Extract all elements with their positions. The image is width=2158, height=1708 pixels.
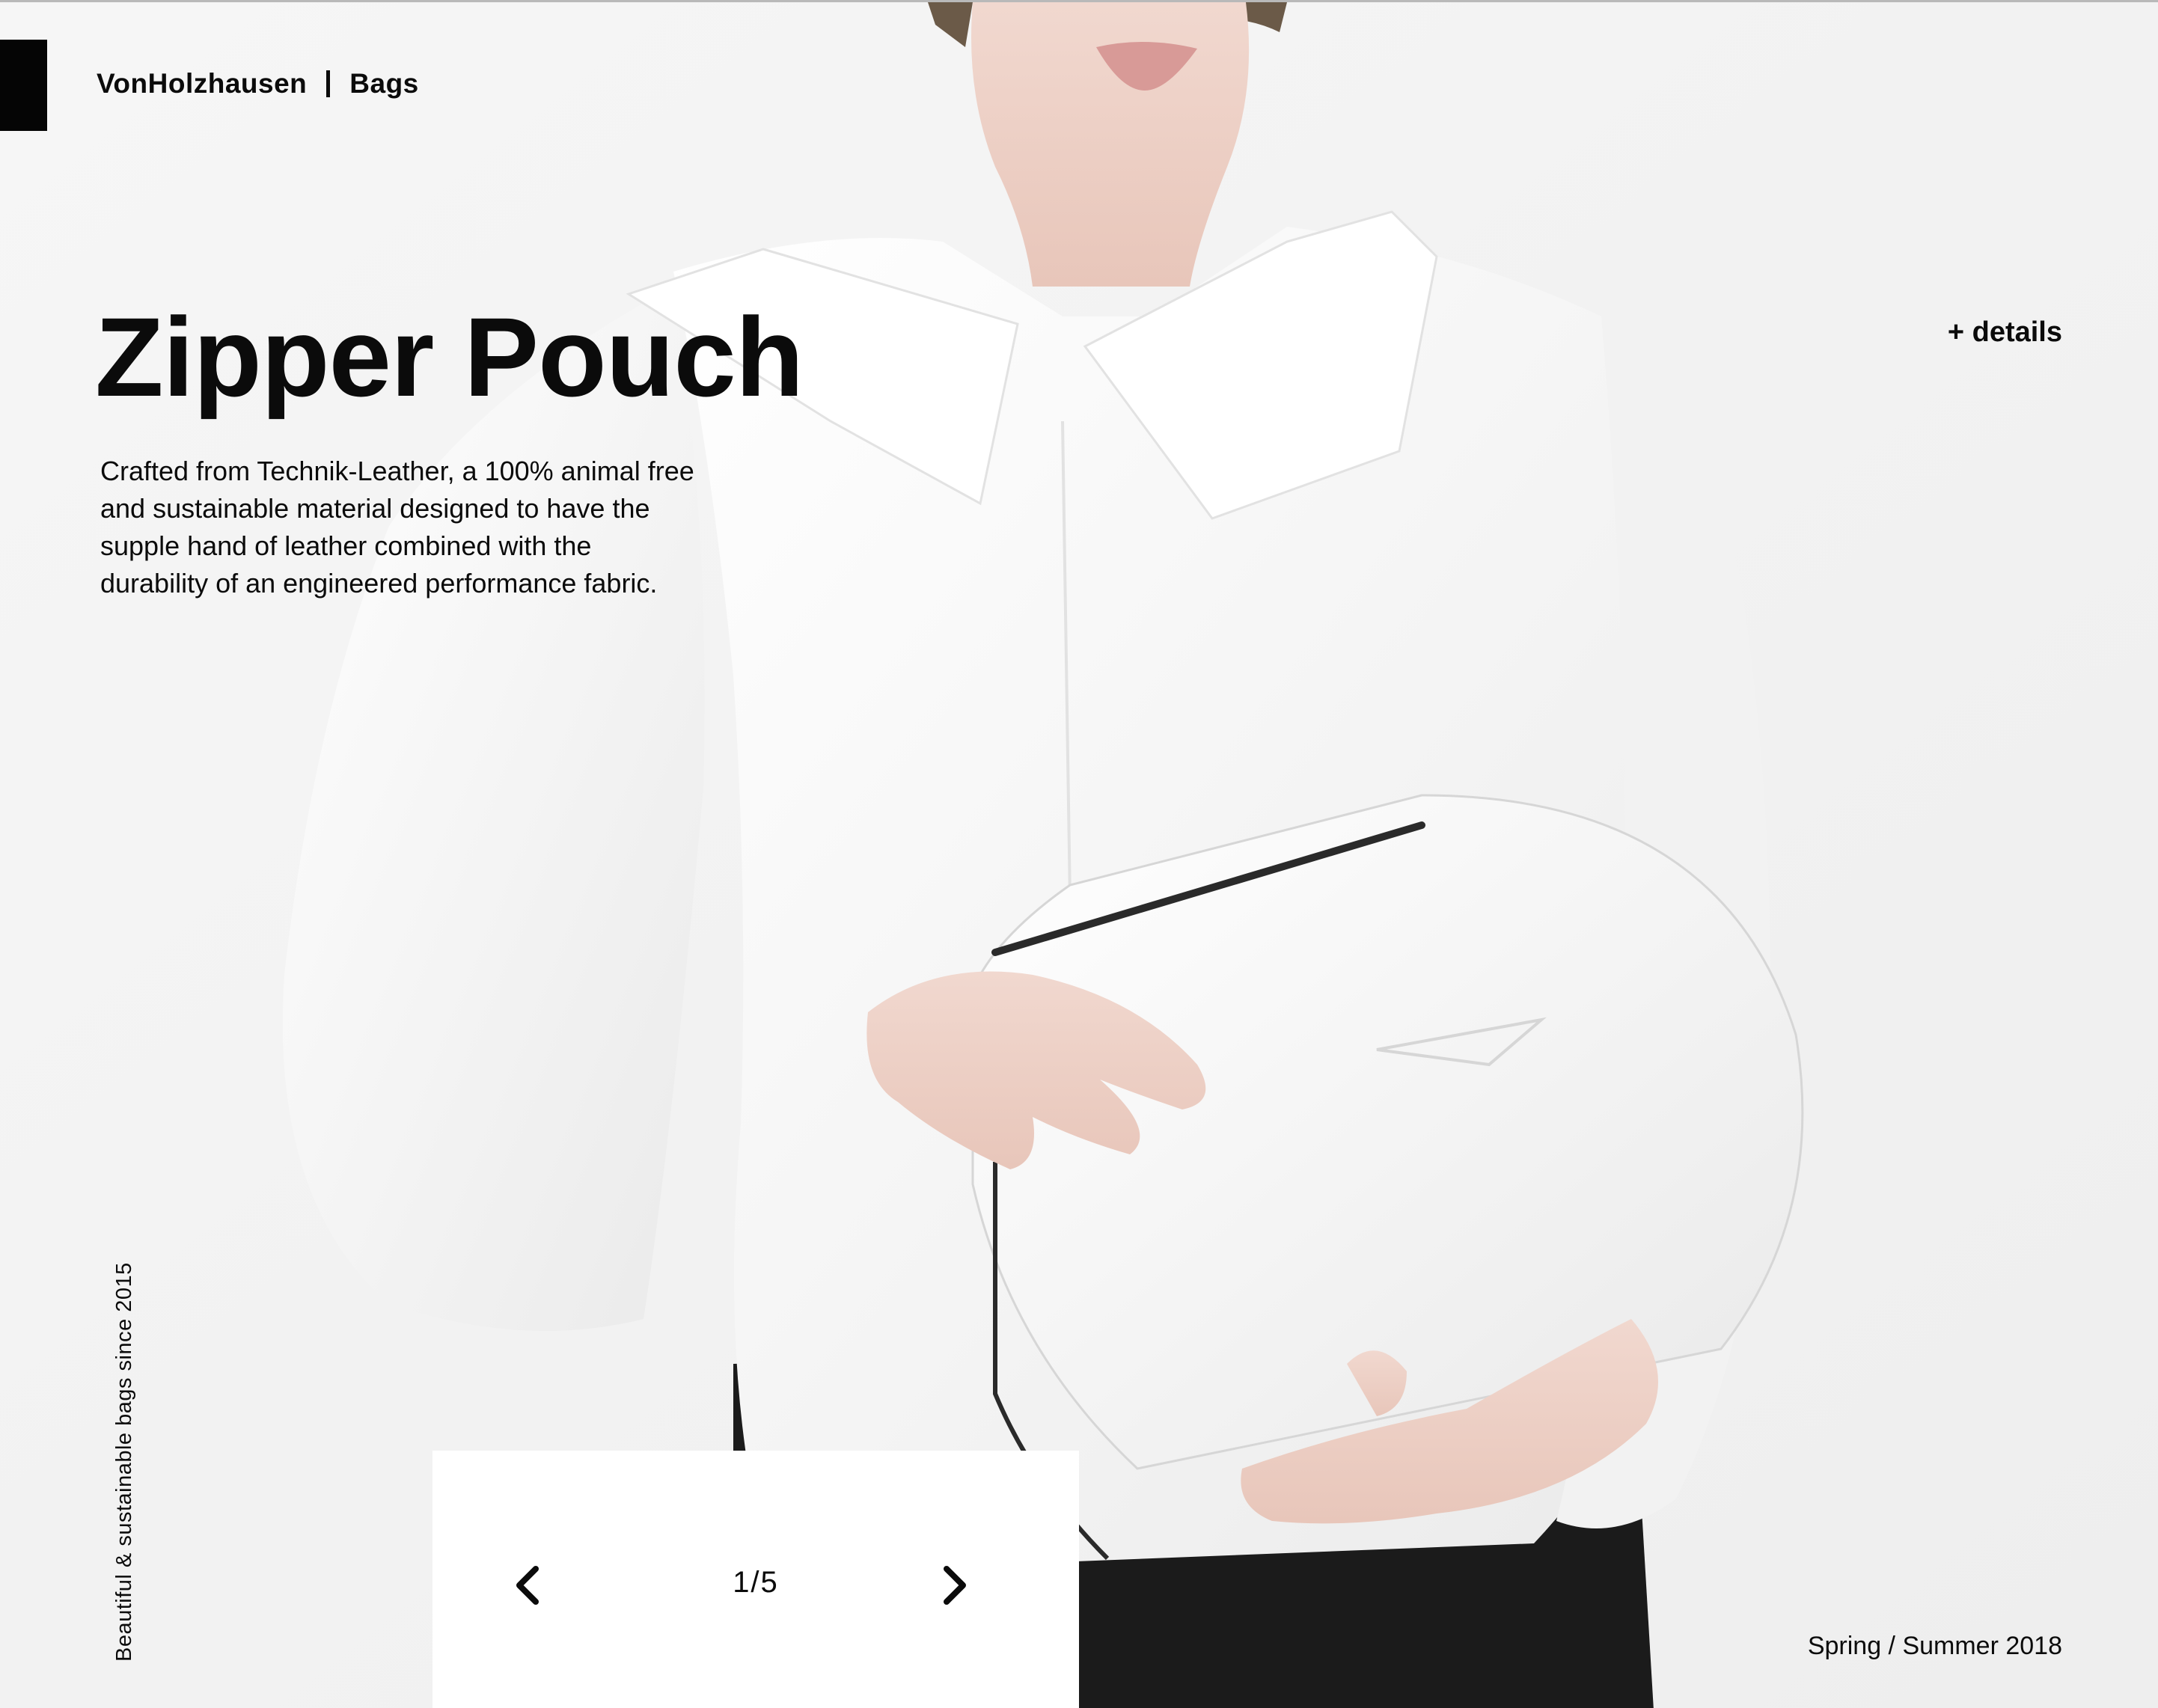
product-title: Zipper Pouch bbox=[95, 294, 804, 420]
slide-counter: 1/5 bbox=[733, 1566, 779, 1599]
brand-marker bbox=[0, 40, 47, 131]
slider-controls: 1/5 bbox=[432, 1451, 1079, 1708]
header-divider bbox=[326, 70, 331, 97]
next-slide-button[interactable] bbox=[933, 1563, 978, 1608]
brand-header[interactable]: VonHolzhausen Bags bbox=[97, 68, 419, 100]
brand-tagline: Beautiful & sustainable bags since 2015 bbox=[112, 1262, 136, 1662]
hero-product-image bbox=[0, 2, 2158, 1708]
chevron-right-icon bbox=[944, 1566, 966, 1605]
section-name[interactable]: Bags bbox=[349, 68, 418, 100]
details-link[interactable]: + details bbox=[1948, 316, 2062, 349]
product-description: Crafted from Technik-Leather, a 100% ani… bbox=[100, 456, 694, 599]
product-page: VonHolzhausen Bags Zipper Pouch Crafted … bbox=[0, 0, 2158, 1708]
season-label: Spring / Summer 2018 bbox=[1807, 1632, 2062, 1660]
brand-name[interactable]: VonHolzhausen bbox=[97, 68, 307, 100]
